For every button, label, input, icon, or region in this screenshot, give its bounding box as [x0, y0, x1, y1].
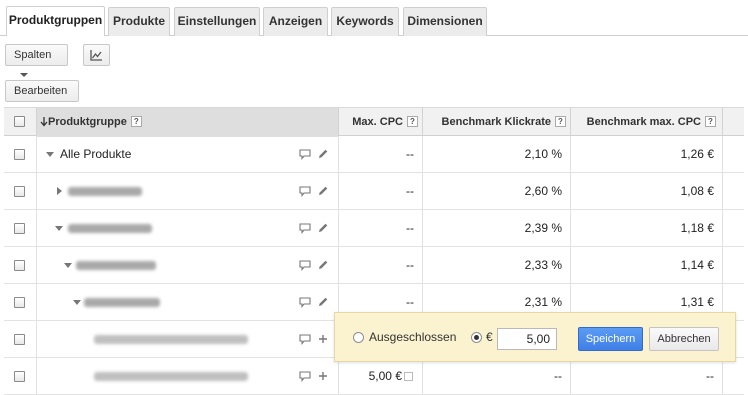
- select-all-checkbox[interactable]: [14, 116, 25, 127]
- row-checkbox[interactable]: [14, 333, 25, 345]
- header-benchmark-max-cpc[interactable]: Benchmark max. CPC ?: [570, 108, 720, 135]
- product-group-name: Alle Produkte: [60, 147, 132, 161]
- tab-produktgruppen[interactable]: Produktgruppen: [6, 6, 105, 36]
- table-row: -- 2,60 % 1,08 €: [4, 173, 744, 210]
- tab-bar: Produktgruppen Produkte Einstellungen An…: [0, 0, 748, 36]
- tab-produkte[interactable]: Produkte: [108, 7, 170, 36]
- columns-button-label: Spalten: [14, 49, 52, 61]
- table-header-row: Produktgruppe ? Max. CPC ? Benchmark Kli…: [4, 107, 744, 137]
- benchmark-ctr-value: --: [554, 369, 562, 383]
- header-benchmark-ctr[interactable]: Benchmark Klickrate ?: [422, 108, 570, 135]
- product-group-name-redacted: [68, 173, 148, 209]
- max-cpc-value: --: [406, 147, 414, 161]
- chart-toggle-button[interactable]: [83, 44, 110, 66]
- pencil-icon[interactable]: [317, 247, 331, 283]
- product-group-name-redacted: [94, 321, 254, 357]
- tab-keywords[interactable]: Keywords: [331, 7, 399, 36]
- product-group-name-redacted: [76, 247, 166, 283]
- comment-icon[interactable]: [299, 284, 313, 320]
- table-row: -- 2,39 % 1,18 €: [4, 210, 744, 247]
- save-button[interactable]: Speichern: [578, 327, 643, 351]
- edit-button-label: Bearbeiten: [14, 85, 68, 97]
- comment-icon[interactable]: [299, 247, 313, 283]
- row-checkbox[interactable]: [14, 185, 25, 197]
- bid-radio[interactable]: [471, 332, 482, 343]
- max-cpc-value: --: [406, 221, 414, 235]
- max-cpc-value: --: [406, 184, 414, 198]
- header-benchmark-max-cpc-label: Benchmark max. CPC: [586, 115, 701, 128]
- pencil-icon[interactable]: [317, 173, 331, 209]
- table-row: Alle Produkte -- 2,10 % 1,26 €: [4, 136, 744, 173]
- row-checkbox[interactable]: [14, 296, 25, 308]
- benchmark-ctr-value: 2,39 %: [524, 221, 562, 235]
- bid-amount-input[interactable]: [497, 328, 557, 350]
- tab-einstellungen[interactable]: Einstellungen: [174, 7, 260, 36]
- edit-button[interactable]: Bearbeiten: [5, 80, 79, 114]
- chevron-down-icon: [20, 73, 28, 78]
- max-cpc-value: --: [406, 258, 414, 272]
- benchmark-ctr-value: 2,10 %: [524, 147, 562, 161]
- product-group-name-redacted: [84, 284, 164, 320]
- edit-bid-icon[interactable]: [404, 358, 416, 394]
- excluded-radio[interactable]: [353, 332, 364, 343]
- help-icon[interactable]: ?: [130, 116, 142, 127]
- product-group-name-redacted: [94, 358, 254, 394]
- comment-icon[interactable]: [299, 173, 313, 209]
- benchmark-max-cpc-value: 1,18 €: [680, 221, 714, 235]
- add-icon[interactable]: [318, 358, 330, 394]
- header-product-group-label: Produktgruppe: [48, 115, 127, 128]
- columns-button[interactable]: Spalten: [5, 44, 68, 78]
- collapse-icon[interactable]: [73, 299, 81, 305]
- header-product-group[interactable]: Produktgruppe ?: [40, 108, 330, 135]
- currency-symbol: €: [486, 330, 493, 344]
- help-icon[interactable]: ?: [407, 116, 418, 127]
- row-checkbox[interactable]: [14, 222, 25, 234]
- comment-icon[interactable]: [299, 136, 313, 172]
- tab-dimensionen[interactable]: Dimensionen: [403, 7, 487, 36]
- benchmark-max-cpc-value: 1,26 €: [680, 147, 714, 161]
- sort-descending-icon: [40, 117, 48, 127]
- product-group-name-redacted: [68, 210, 158, 246]
- benchmark-max-cpc-value: 1,14 €: [680, 258, 714, 272]
- row-checkbox[interactable]: [14, 259, 25, 271]
- table-row: 5,00 € -- --: [4, 358, 744, 395]
- help-icon[interactable]: ?: [555, 116, 566, 127]
- collapse-icon[interactable]: [55, 225, 63, 231]
- line-chart-icon: [90, 50, 102, 61]
- help-icon[interactable]: ?: [705, 116, 716, 127]
- header-max-cpc-label: Max. CPC: [352, 115, 403, 128]
- pencil-icon[interactable]: [317, 284, 331, 320]
- row-checkbox[interactable]: [14, 370, 25, 382]
- comment-icon[interactable]: [299, 321, 313, 357]
- bid-editor-popup: Ausgeschlossen € Speichern Abbrechen: [334, 312, 736, 362]
- header-benchmark-ctr-label: Benchmark Klickrate: [441, 115, 551, 128]
- table-row: -- 2,33 % 1,14 €: [4, 247, 744, 284]
- add-icon[interactable]: [318, 321, 330, 357]
- tab-anzeigen[interactable]: Anzeigen: [263, 7, 328, 36]
- row-checkbox[interactable]: [14, 148, 25, 160]
- collapse-icon[interactable]: [46, 151, 54, 157]
- comment-icon[interactable]: [299, 210, 313, 246]
- pencil-icon[interactable]: [317, 136, 331, 172]
- cancel-button[interactable]: Abbrechen: [649, 327, 719, 351]
- collapse-icon[interactable]: [64, 262, 72, 268]
- expand-icon[interactable]: [57, 187, 62, 195]
- benchmark-max-cpc-value: --: [706, 369, 714, 383]
- excluded-label: Ausgeschlossen: [369, 330, 457, 344]
- pencil-icon[interactable]: [317, 210, 331, 246]
- header-max-cpc[interactable]: Max. CPC ?: [338, 108, 422, 135]
- benchmark-ctr-value: 2,33 %: [524, 258, 562, 272]
- comment-icon[interactable]: [299, 358, 313, 394]
- benchmark-ctr-value: 2,60 %: [524, 184, 562, 198]
- benchmark-max-cpc-value: 1,08 €: [680, 184, 714, 198]
